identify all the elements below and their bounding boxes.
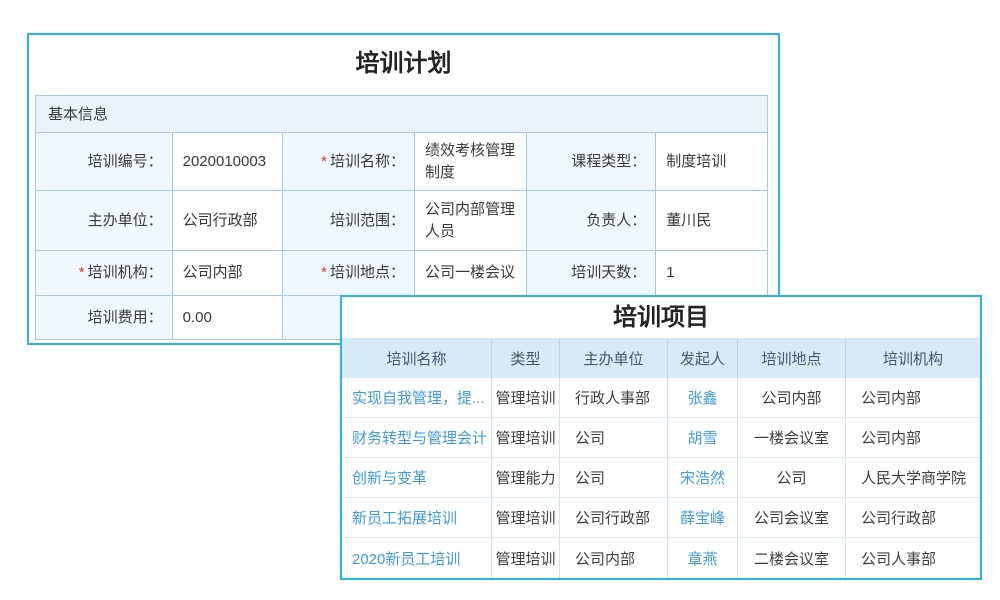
project-type: 管理培训 [492, 538, 560, 578]
project-institution: 公司人事部 [846, 538, 980, 578]
form-value: 2020010003 [173, 133, 284, 191]
project-organizer: 公司行政部 [560, 498, 668, 537]
project-type: 管理培训 [492, 378, 560, 417]
form-label: 培训范围： [283, 191, 415, 251]
form-label-text: 主办单位： [88, 210, 163, 232]
form-row: 培训编号： 2020010003 *培训名称： 绩效考核管理制度 课程类型： 制… [36, 133, 767, 191]
project-organizer: 公司内部 [560, 538, 668, 578]
form-row: 主办单位： 公司行政部 培训范围： 公司内部管理人员 负责人： 董川民 [36, 191, 767, 251]
page-title: 培训计划 [29, 35, 778, 95]
initiator-link[interactable]: 张鑫 [668, 378, 738, 417]
project-name-link[interactable]: 创新与变革 [342, 458, 492, 497]
project-name-link[interactable]: 2020新员工培训 [342, 538, 492, 578]
project-name-link[interactable]: 新员工拓展培训 [342, 498, 492, 537]
section-header: 基本信息 [36, 96, 767, 133]
form-value: 董川民 [656, 191, 767, 251]
project-institution: 人民大学商学院 [846, 458, 980, 497]
form-label-text: 培训范围： [330, 210, 405, 232]
project-type: 管理能力 [492, 458, 560, 497]
project-name-link[interactable]: 实现自我管理，提... [342, 378, 492, 417]
project-name-link[interactable]: 财务转型与管理会计 [342, 418, 492, 457]
form-value: 公司一楼会议 [415, 251, 527, 296]
initiator-link[interactable]: 薛宝峰 [668, 498, 738, 537]
initiator-link[interactable]: 宋浩然 [668, 458, 738, 497]
page-title: 培训项目 [342, 297, 980, 338]
form-label-text: 培训机构： [88, 262, 163, 284]
form-value: 公司行政部 [173, 191, 284, 251]
projects-table: 培训名称 类型 主办单位 发起人 培训地点 培训机构 实现自我管理，提... 管… [342, 338, 980, 578]
form-value: 公司内部 [173, 251, 284, 296]
form-label: *培训名称： [283, 133, 415, 191]
table-header-row: 培训名称 类型 主办单位 发起人 培训地点 培训机构 [342, 338, 980, 378]
form-label: 培训天数： [527, 251, 657, 296]
form-label-text: 课程类型： [571, 151, 646, 173]
project-organizer: 公司 [560, 418, 668, 457]
table-row: 2020新员工培训 管理培训 公司内部 章燕 二楼会议室 公司人事部 [342, 538, 980, 578]
form-row: *培训机构： 公司内部 *培训地点： 公司一楼会议 培训天数： 1 [36, 251, 767, 296]
column-header-institution: 培训机构 [846, 338, 980, 378]
table-row: 财务转型与管理会计 管理培训 公司 胡雪 一楼会议室 公司内部 [342, 418, 980, 458]
required-asterisk: * [321, 262, 327, 284]
project-organizer: 公司 [560, 458, 668, 497]
project-type: 管理培训 [492, 418, 560, 457]
column-header-type: 类型 [492, 338, 560, 378]
form-value: 1 [656, 251, 767, 296]
project-institution: 公司内部 [846, 378, 980, 417]
form-label: 负责人： [527, 191, 657, 251]
project-institution: 公司行政部 [846, 498, 980, 537]
project-organizer: 行政人事部 [560, 378, 668, 417]
project-type: 管理培训 [492, 498, 560, 537]
form-value: 0.00 [173, 296, 284, 339]
form-value: 绩效考核管理制度 [415, 133, 527, 191]
form-label-text: 培训编号： [88, 151, 163, 173]
training-projects-panel: 培训项目 培训名称 类型 主办单位 发起人 培训地点 培训机构 实现自我管理，提… [340, 295, 982, 580]
project-institution: 公司内部 [846, 418, 980, 457]
column-header-name: 培训名称 [342, 338, 492, 378]
form-label: *培训地点： [283, 251, 415, 296]
form-label: 培训编号： [36, 133, 173, 191]
required-asterisk: * [79, 262, 85, 284]
column-header-initiator: 发起人 [668, 338, 738, 378]
form-value: 公司内部管理人员 [415, 191, 527, 251]
form-label-text: 培训天数： [571, 262, 646, 284]
form-label-text: 负责人： [586, 210, 646, 232]
project-location: 公司 [738, 458, 846, 497]
column-header-location: 培训地点 [738, 338, 846, 378]
form-value: 制度培训 [656, 133, 767, 191]
form-label: *培训机构： [36, 251, 173, 296]
table-row: 新员工拓展培训 管理培训 公司行政部 薛宝峰 公司会议室 公司行政部 [342, 498, 980, 538]
form-label: 培训费用： [36, 296, 173, 339]
form-label: 课程类型： [527, 133, 657, 191]
initiator-link[interactable]: 章燕 [668, 538, 738, 578]
project-location: 公司内部 [738, 378, 846, 417]
project-location: 一楼会议室 [738, 418, 846, 457]
column-header-organizer: 主办单位 [560, 338, 668, 378]
table-row: 实现自我管理，提... 管理培训 行政人事部 张鑫 公司内部 公司内部 [342, 378, 980, 418]
required-asterisk: * [321, 151, 327, 173]
initiator-link[interactable]: 胡雪 [668, 418, 738, 457]
form-label-text: 培训名称： [330, 151, 405, 173]
project-location: 二楼会议室 [738, 538, 846, 578]
form-label-text: 培训费用： [88, 307, 163, 329]
form-label-text: 培训地点： [330, 262, 405, 284]
project-location: 公司会议室 [738, 498, 846, 537]
form-label: 主办单位： [36, 191, 173, 251]
table-row: 创新与变革 管理能力 公司 宋浩然 公司 人民大学商学院 [342, 458, 980, 498]
